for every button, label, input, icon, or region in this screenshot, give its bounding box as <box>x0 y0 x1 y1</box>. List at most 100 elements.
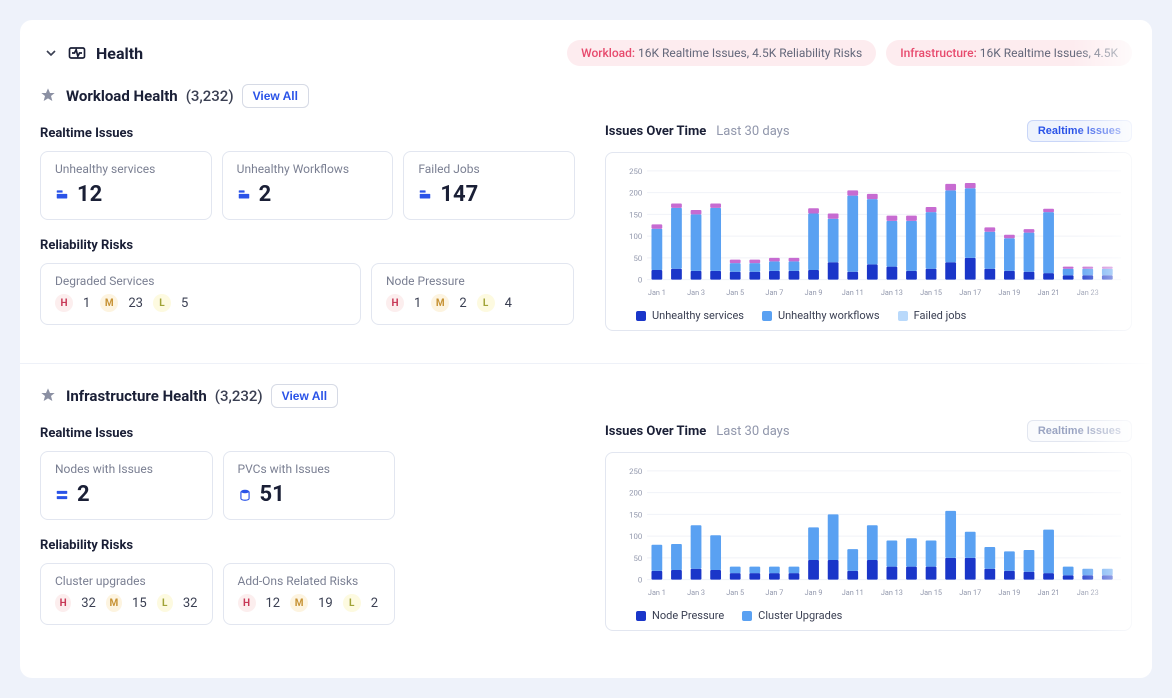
card-title: Unhealthy Workflows <box>237 162 379 176</box>
view-all-button[interactable]: View All <box>271 384 338 408</box>
risk-low-badge: L <box>477 294 495 312</box>
svg-text:Jan 3: Jan 3 <box>687 288 705 297</box>
section-divider <box>20 363 1152 364</box>
infrastructure-section-header: Infrastructure Health (3,232) View All <box>40 384 1132 408</box>
chart-subtitle: Last 30 days <box>716 124 789 139</box>
svg-text:0: 0 <box>638 276 642 285</box>
svg-text:150: 150 <box>629 210 642 219</box>
svg-text:Jan 13: Jan 13 <box>881 588 903 597</box>
card-pvcs-issues[interactable]: PVCs with Issues 51 <box>223 451 396 520</box>
chart-title: Issues Over Time <box>605 424 706 439</box>
svg-text:Jan 11: Jan 11 <box>842 588 864 597</box>
card-value: 2 <box>77 482 90 507</box>
infrastructure-left: Realtime Issues Nodes with Issues 2 PVCs… <box>40 420 575 643</box>
risk-high-badge: H <box>55 294 73 312</box>
card-addons-risks[interactable]: Add-Ons Related Risks H12 M19 L2 <box>223 563 396 625</box>
card-title: Failed Jobs <box>418 162 560 176</box>
legend-item: Unhealthy workflows <box>762 309 880 322</box>
risk-high-badge: H <box>55 594 71 612</box>
risk-high-value: 1 <box>414 296 421 311</box>
star-icon[interactable] <box>40 387 58 405</box>
workload-risk-cards: Degraded Services H1 M23 L5 Node Pressur… <box>40 263 575 325</box>
svg-text:100: 100 <box>629 532 642 541</box>
legend-label: Unhealthy services <box>652 309 744 322</box>
workload-legend: Unhealthy services Unhealthy workflows F… <box>616 303 1121 322</box>
reliability-risks-label: Reliability Risks <box>40 238 575 253</box>
svg-text:Jan 23: Jan 23 <box>1077 588 1099 597</box>
infrastructure-legend: Node Pressure Cluster Upgrades <box>616 603 1121 622</box>
chart-subtitle: Last 30 days <box>716 424 789 439</box>
risk-low-badge: L <box>343 594 361 612</box>
card-node-pressure[interactable]: Node Pressure H1 M2 L4 <box>371 263 574 325</box>
card-cluster-upgrades[interactable]: Cluster upgrades H32 M15 L32 <box>40 563 213 625</box>
node-icon <box>55 487 71 503</box>
chevron-down-icon[interactable] <box>40 42 62 64</box>
legend-label: Cluster Upgrades <box>758 609 842 622</box>
legend-item: Node Pressure <box>636 609 724 622</box>
infrastructure-body: Realtime Issues Nodes with Issues 2 PVCs… <box>40 420 1132 643</box>
health-icon <box>66 42 88 64</box>
infrastructure-risk-cards: Cluster upgrades H 32 M 15 L 32 Add-Ons Rel… <box>40 563 395 625</box>
svg-text:250: 250 <box>629 467 642 476</box>
workflow-icon <box>237 187 253 203</box>
star-icon[interactable] <box>40 87 58 105</box>
risk-high-value: 32 <box>81 596 96 611</box>
card-title: Degraded Services <box>55 274 346 288</box>
svg-text:Jan 7: Jan 7 <box>765 588 783 597</box>
pill-infrastructure[interactable]: Infrastructure: 16K Realtime Issues, 4.5… <box>886 40 1132 66</box>
infrastructure-cards: Nodes with Issues 2 PVCs with Issues 51 <box>40 451 395 520</box>
svg-text:50: 50 <box>634 254 643 263</box>
card-failed-jobs[interactable]: Failed Jobs 147 <box>403 151 575 220</box>
risk-low-value: 32 <box>183 596 198 611</box>
pill-text: 16K Realtime Issues, 4.5K <box>980 46 1118 60</box>
pill-text: 16K Realtime Issues, 4.5K Reliability Ri… <box>638 46 862 60</box>
svg-text:Jan 21: Jan 21 <box>1038 588 1060 597</box>
svg-text:Jan 13: Jan 13 <box>881 288 903 297</box>
pill-label: Infrastructure: <box>900 46 977 60</box>
risk-med-value: 15 <box>132 596 147 611</box>
header-row: Health Workload: 16K Realtime Issues, 4.… <box>40 40 1132 66</box>
workload-left: Realtime Issues Unhealthy services 12 Un… <box>40 120 575 343</box>
pill-workload[interactable]: Workload: 16K Realtime Issues, 4.5K Reli… <box>567 40 876 66</box>
svg-text:200: 200 <box>629 489 642 498</box>
card-title: Node Pressure <box>386 274 559 288</box>
card-nodes-issues[interactable]: Nodes with Issues 2 <box>40 451 213 520</box>
swatch-icon <box>636 311 646 321</box>
workload-section-header: Workload Health (3,232) View All <box>40 84 1132 108</box>
legend-item: Failed jobs <box>898 309 967 322</box>
reliability-risks-label: Reliability Risks <box>40 538 575 553</box>
risk-med-value: 2 <box>459 296 466 311</box>
swatch-icon <box>742 611 752 621</box>
card-unhealthy-workflows[interactable]: Unhealthy Workflows 2 <box>222 151 394 220</box>
svg-text:Jan 11: Jan 11 <box>842 288 864 297</box>
card-title: Cluster upgrades <box>55 574 198 588</box>
svg-text:Jan 21: Jan 21 <box>1038 288 1060 297</box>
card-value: 147 <box>440 182 478 207</box>
swatch-icon <box>762 311 772 321</box>
risk-low-value: 4 <box>505 296 512 311</box>
page-title: Health <box>96 44 143 63</box>
svg-text:Jan 1: Jan 1 <box>648 588 666 597</box>
infrastructure-right: Issues Over Time Last 30 days Realtime I… <box>605 420 1132 643</box>
chart-realtime-button[interactable]: Realtime Issues <box>1027 420 1132 442</box>
svg-text:Jan 19: Jan 19 <box>998 588 1020 597</box>
legend-label: Node Pressure <box>652 609 724 622</box>
card-value: 2 <box>259 182 272 207</box>
card-degraded-services[interactable]: Degraded Services H1 M23 L5 <box>40 263 361 325</box>
main-panel: Health Workload: 16K Realtime Issues, 4.… <box>20 20 1152 678</box>
infrastructure-chart-svg: 050100150200250Jan 1Jan 3Jan 5Jan 7Jan 9… <box>616 463 1121 603</box>
section-title: Infrastructure Health <box>66 387 207 405</box>
svg-text:Jan 15: Jan 15 <box>920 588 942 597</box>
workload-chart: 050100150200250Jan 1Jan 3Jan 5Jan 7Jan 9… <box>605 152 1132 331</box>
card-title: Nodes with Issues <box>55 462 198 476</box>
risk-med-badge: M <box>290 594 308 612</box>
chart-realtime-button[interactable]: Realtime Issues <box>1027 120 1132 142</box>
legend-item: Cluster Upgrades <box>742 609 842 622</box>
swatch-icon <box>636 611 646 621</box>
legend-label: Failed jobs <box>914 309 967 322</box>
view-all-button[interactable]: View All <box>242 84 309 108</box>
risk-low-badge: L <box>153 294 171 312</box>
risk-med-badge: M <box>431 294 449 312</box>
card-unhealthy-services[interactable]: Unhealthy services 12 <box>40 151 212 220</box>
risk-low-value: 2 <box>371 596 378 611</box>
